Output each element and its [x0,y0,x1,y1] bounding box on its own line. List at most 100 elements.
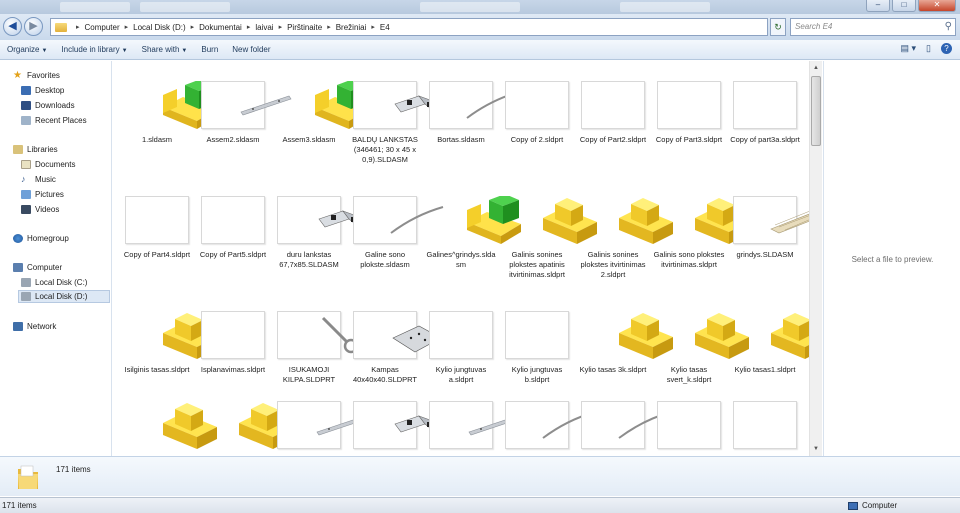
file-name: Galinis sonines plokstes itvirtinimas 2.… [580,250,646,279]
file-item[interactable]: Kylio tasas1.sldprt [729,311,809,375]
nav-recent-places[interactable]: Recent Places [21,114,87,127]
file-item[interactable]: Galines^grindys.sldasm [425,196,521,270]
file-item[interactable]: Kylio jungtuvas b.sldprt [501,311,573,385]
file-thumbnail [353,311,442,359]
file-item[interactable]: Galinis sono plokstes itvirtinimas.sldpr… [653,196,749,270]
file-item[interactable] [577,401,672,455]
file-item[interactable] [197,401,293,455]
file-item[interactable]: Copy of Part3.sldprt [653,81,725,145]
nav-network[interactable]: Network [13,320,56,333]
change-view-icon[interactable]: ▤ ▾ [901,43,917,54]
scrollbar-thumb[interactable] [811,76,821,146]
libraries-icon [13,145,23,154]
nav-downloads[interactable]: Downloads [21,99,75,112]
search-input[interactable]: Search E4 ⚲ [790,18,956,36]
scroll-down-icon[interactable]: ▼ [810,443,822,455]
search-placeholder: Search E4 [795,22,833,31]
file-item[interactable]: Bortas.sldasm [425,81,520,145]
nav-videos[interactable]: Videos [21,203,59,216]
maximize-button[interactable]: □ [892,0,916,12]
file-item[interactable] [273,401,368,455]
file-item[interactable]: Kylio tasas 3k.sldprt [577,311,673,375]
file-item[interactable]: 1.sldasm [121,81,217,145]
file-thumbnail [429,196,521,244]
forward-button[interactable]: ▶ [24,17,43,36]
file-item[interactable]: Isilginis tasas.sldprt [121,311,217,375]
file-thumbnail [277,196,366,244]
downloads-icon [21,101,31,110]
file-item[interactable]: Copy of Part4.sldprt [121,196,193,260]
share-with-button[interactable]: Share with ▼ [135,45,195,54]
file-item[interactable] [349,401,442,455]
pictures-icon [21,190,31,199]
file-thumbnail [201,81,292,129]
crumb-dokumentai[interactable]: Dokumentai [199,23,242,32]
file-item[interactable]: duru lankstas 67,7x85.SLDASM [273,196,366,270]
help-icon[interactable]: ? [941,43,952,54]
crumb-disk-d[interactable]: Local Disk (D:) [133,23,185,32]
nav-computer[interactable]: Computer [13,261,62,274]
nav-music[interactable]: ♪ Music [21,173,56,186]
nav-favorites[interactable]: ★ Favorites [13,69,60,82]
file-item[interactable] [501,401,596,455]
file-item[interactable]: Copy of 2.sldprt [501,81,573,145]
file-thumbnail [429,311,493,359]
nav-libraries[interactable]: Libraries [13,143,58,156]
file-name: Bortas.sldasm [437,135,485,144]
file-item[interactable]: Kampas 40x40x40.SLDPRT [349,311,442,385]
file-item[interactable]: Copy of part3a.sldprt [729,81,801,145]
file-item[interactable]: Isplanavimas.sldprt [197,311,269,375]
file-item[interactable]: Galine sono plokste.sldasm [349,196,444,270]
file-item[interactable]: Assem2.sldasm [197,81,292,145]
file-item[interactable]: grindys.SLDASM [729,196,809,260]
file-name: Copy of Part5.sldprt [199,250,267,259]
file-name: Copy of 2.sldprt [510,135,564,144]
search-icon[interactable]: ⚲ [945,21,952,32]
new-folder-button[interactable]: New folder [225,45,277,54]
nav-local-disk-d[interactable]: Local Disk (D:) [18,290,110,303]
file-name: Isilginis tasas.sldprt [124,365,190,374]
file-item[interactable]: Kylio jungtuvas a.sldprt [425,311,497,385]
preview-message: Select a file to preview. [851,255,934,264]
disk-icon [21,292,31,301]
file-name: Kampas 40x40x40.SLDPRT [352,365,418,384]
burn-button[interactable]: Burn [194,45,225,54]
scroll-up-icon[interactable]: ▲ [810,62,822,74]
crumb-laivai[interactable]: laivai [255,23,273,32]
crumb-pirstinaite[interactable]: Pirštinaite [287,23,322,32]
close-button[interactable]: ✕ [918,0,956,12]
preview-pane-icon[interactable]: ▯ [926,43,931,54]
crumb-breziniai[interactable]: Brežiniai [336,23,367,32]
taskbar-strip: – □ ✕ [0,0,960,14]
nav-homegroup[interactable]: Homegroup [13,232,69,245]
vertical-scrollbar[interactable]: ▲ ▼ [809,61,822,456]
crumb-e4[interactable]: E4 [380,23,390,32]
folder-icon [18,465,38,489]
file-item[interactable] [121,401,217,455]
nav-desktop[interactable]: Desktop [21,84,64,97]
refresh-icon[interactable]: ↻ [770,18,786,36]
file-item[interactable]: BALDŲ LANKSTAS (346461; 30 x 45 x 0,9).S… [349,81,442,165]
file-item[interactable]: Kylio tasas svert_k.sldprt [653,311,749,385]
file-item[interactable] [425,401,520,455]
file-item[interactable]: ISUKAMOJI KILPA.SLDPRT [273,311,359,385]
file-item[interactable]: Galinis sonines plokstes itvirtinimas 2.… [577,196,673,280]
nav-local-disk-c[interactable]: Local Disk (C:) [21,276,87,289]
file-item[interactable]: Copy of Part2.sldprt [577,81,649,145]
file-name: 1.sldasm [141,135,172,144]
file-item[interactable] [653,401,725,455]
nav-documents[interactable]: Documents [21,158,75,171]
file-name: Kylio jungtuvas b.sldprt [511,365,563,384]
organize-button[interactable]: Organize ▼ [0,45,54,54]
file-item[interactable] [729,401,801,455]
file-item[interactable]: Assem3.sldasm [273,81,369,145]
file-item[interactable]: Copy of Part5.sldprt [197,196,269,260]
file-item[interactable]: Galinis sonines plokstes apatinis itvirt… [501,196,597,280]
back-button[interactable]: ◀ [3,17,22,36]
minimize-button[interactable]: – [866,0,890,12]
address-bar[interactable]: ▸ Computer ▸ Local Disk (D:) ▸ Dokumentai ▸… [50,18,768,36]
nav-pictures[interactable]: Pictures [21,188,64,201]
crumb-computer[interactable]: Computer [85,23,120,32]
include-in-library-button[interactable]: Include in library ▼ [54,45,134,54]
file-thumbnail [505,196,597,244]
